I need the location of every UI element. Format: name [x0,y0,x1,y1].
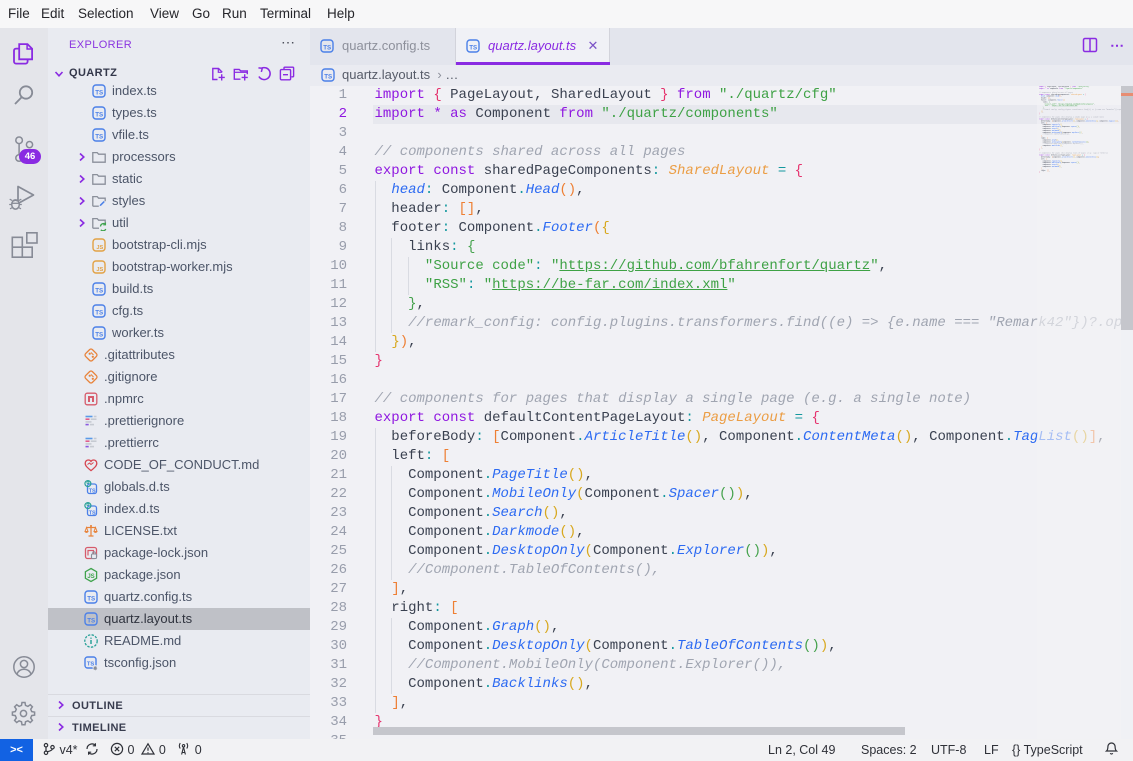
svg-text:TS: TS [469,44,477,51]
svg-text:TS: TS [87,595,95,602]
svg-text:TS: TS [95,133,103,140]
svg-text:JS: JS [96,245,103,251]
svg-text:TS: TS [323,44,331,51]
svg-text:JS: JS [96,267,103,273]
svg-text:JS: JS [87,574,94,580]
svg-text:TS: TS [87,617,95,624]
svg-text:TS: TS [95,287,103,294]
svg-text:TS: TS [95,331,103,338]
svg-text:TS: TS [89,488,96,494]
svg-text:TS: TS [95,89,103,96]
svg-text:TS: TS [95,111,103,118]
svg-text:TS: TS [89,510,96,516]
svg-text:TS: TS [324,73,332,80]
svg-text:TS: TS [95,309,103,316]
